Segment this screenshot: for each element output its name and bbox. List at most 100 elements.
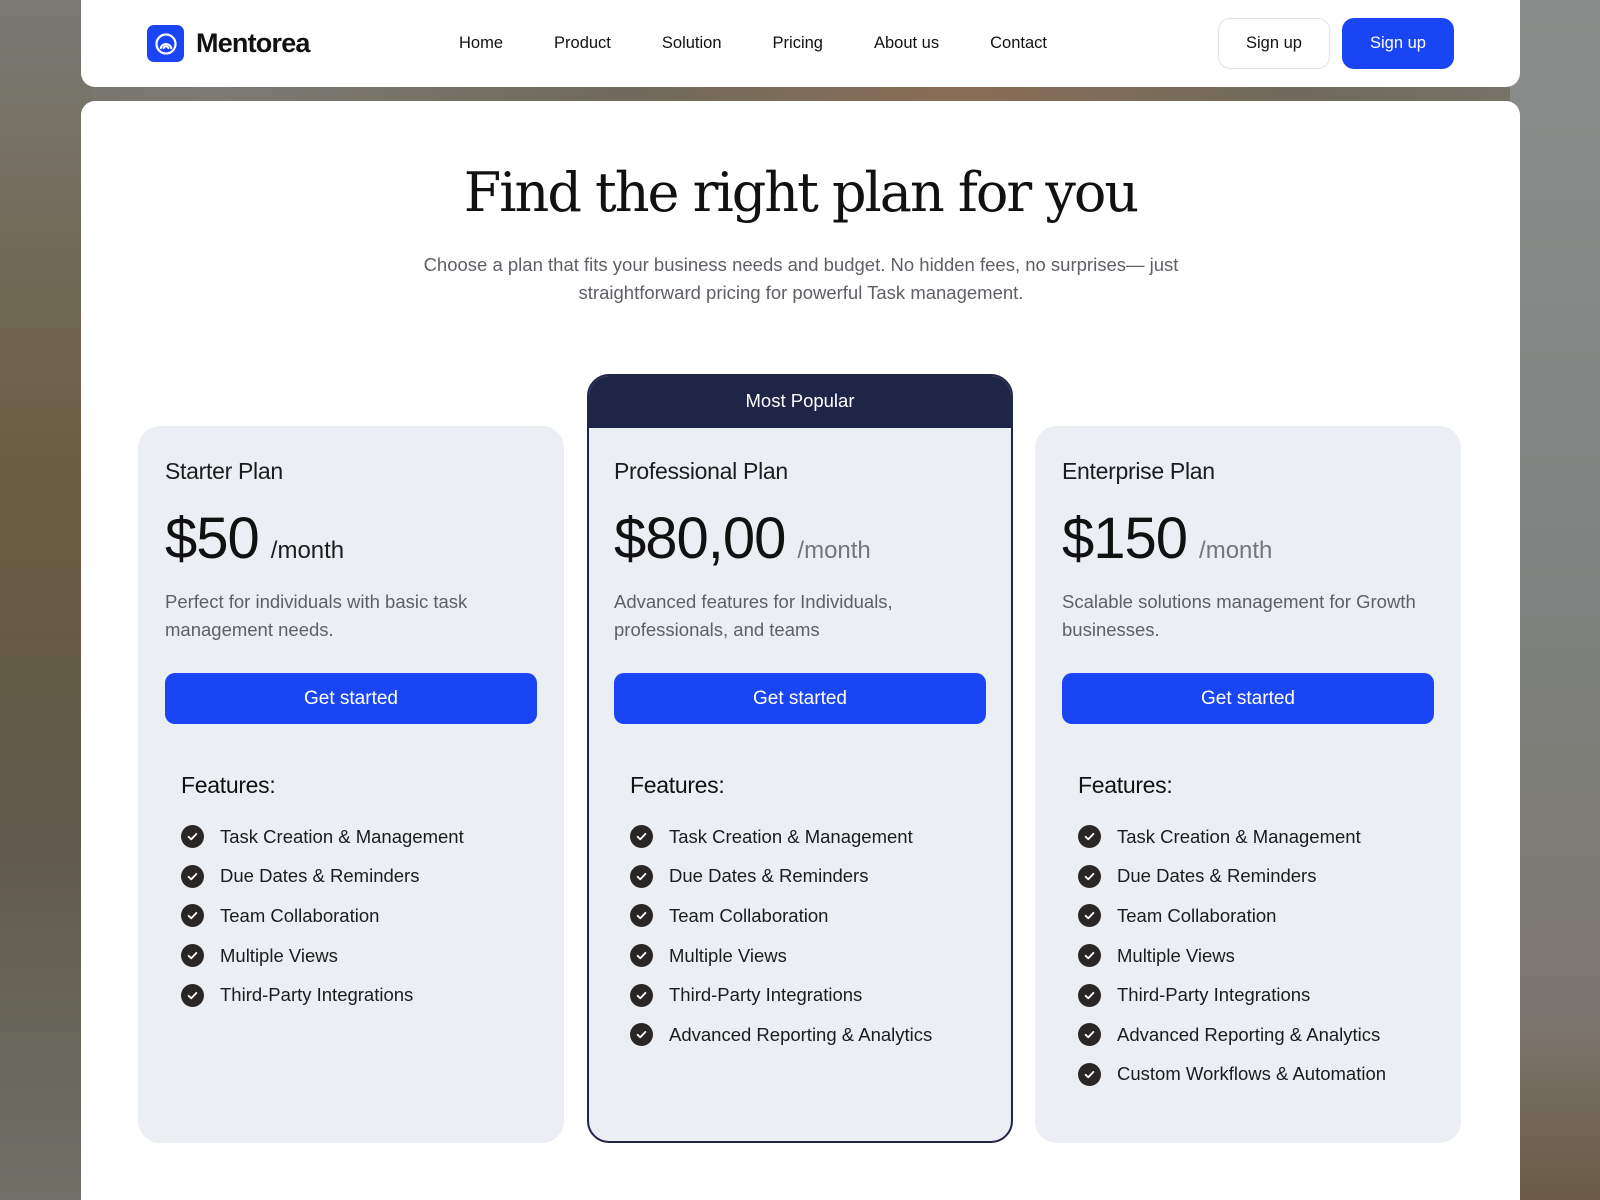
brand-name: Mentorea xyxy=(196,28,310,58)
plan-name: Enterprise Plan xyxy=(1062,458,1215,484)
feature-item: Team Collaboration xyxy=(181,896,537,936)
feature-label: Due Dates & Reminders xyxy=(220,865,420,887)
feature-label: Due Dates & Reminders xyxy=(1117,865,1317,887)
feature-list: Task Creation & Management Due Dates & Re… xyxy=(630,817,986,1055)
feature-label: Third-Party Integrations xyxy=(1117,984,1311,1006)
nav-about-us[interactable]: About us xyxy=(874,34,939,53)
check-circle-icon xyxy=(1078,825,1101,849)
plan-description: Scalable solutions management for Growth… xyxy=(1062,591,1416,640)
main-nav: Home Product Solution Pricing About us C… xyxy=(459,0,1098,87)
feature-list: Task Creation & Management Due Dates & Re… xyxy=(181,817,537,1015)
check-circle-icon xyxy=(630,1023,653,1047)
plan-period: /month xyxy=(270,537,345,564)
nav-home[interactable]: Home xyxy=(459,34,503,53)
check-circle-icon xyxy=(630,904,653,928)
get-started-button-starter[interactable]: Get started xyxy=(165,673,537,724)
page-subtitle: Choose a plan that fits your business ne… xyxy=(423,254,1179,303)
check-circle-icon xyxy=(181,983,204,1007)
top-navbar: Mentorea Home Product Solution Pricing A… xyxy=(81,0,1520,87)
features-title: Features: xyxy=(181,772,276,798)
feature-label: Advanced Reporting & Analytics xyxy=(669,1023,933,1045)
feature-label: Due Dates & Reminders xyxy=(669,865,869,887)
features-title: Features: xyxy=(630,772,725,798)
check-circle-icon xyxy=(630,944,653,968)
plan-description: Perfect for individuals with basic task … xyxy=(165,591,468,640)
feature-label: Task Creation & Management xyxy=(1117,825,1361,847)
feature-item: Multiple Views xyxy=(181,936,537,976)
signup-outline-button[interactable]: Sign up xyxy=(1218,18,1330,69)
feature-item: Due Dates & Reminders xyxy=(181,857,537,897)
feature-item: Multiple Views xyxy=(1078,936,1434,976)
feature-item: Team Collaboration xyxy=(1078,896,1434,936)
feature-item: Due Dates & Reminders xyxy=(1078,857,1434,897)
price-row: $80,00 /month xyxy=(614,505,986,572)
check-circle-icon xyxy=(181,904,204,928)
feature-label: Team Collaboration xyxy=(1117,904,1277,926)
background-left xyxy=(0,0,90,1200)
plan-period: /month xyxy=(1199,537,1273,564)
feature-item: Custom Workflows & Automation xyxy=(1078,1055,1434,1095)
feature-item: Task Creation & Management xyxy=(1078,817,1434,857)
plan-card-enterprise: Enterprise Plan $150 /month Scalable sol… xyxy=(1035,426,1461,1143)
feature-label: Advanced Reporting & Analytics xyxy=(1117,1023,1381,1045)
plan-price: $50 xyxy=(165,506,260,571)
plan-name: Professional Plan xyxy=(614,458,788,484)
plan-card-professional: Most Popular Professional Plan $80,00 /m… xyxy=(587,374,1013,1143)
feature-label: Team Collaboration xyxy=(669,904,829,926)
page-title: Find the right plan for you xyxy=(463,161,1139,224)
check-circle-icon xyxy=(630,983,653,1007)
most-popular-badge: Most Popular xyxy=(589,376,1011,428)
plan-card-starter: Starter Plan $50 /month Perfect for indi… xyxy=(138,426,564,1143)
background-right xyxy=(1510,0,1600,1200)
check-circle-icon xyxy=(181,825,204,849)
feature-label: Task Creation & Management xyxy=(669,825,913,847)
check-circle-icon xyxy=(1078,1023,1101,1047)
plan-period: /month xyxy=(797,537,871,564)
price-row: $50 /month xyxy=(165,505,537,572)
brand[interactable]: Mentorea xyxy=(147,25,310,62)
nav-product[interactable]: Product xyxy=(554,34,611,53)
check-circle-icon xyxy=(630,864,653,888)
nav-actions: Sign up Sign up xyxy=(1218,18,1454,69)
feature-item: Task Creation & Management xyxy=(630,817,986,857)
feature-label: Third-Party Integrations xyxy=(669,984,863,1006)
feature-item: Advanced Reporting & Analytics xyxy=(630,1015,986,1055)
feature-label: Task Creation & Management xyxy=(220,825,464,847)
check-circle-icon xyxy=(1078,944,1101,968)
features-title: Features: xyxy=(1078,772,1173,798)
nav-pricing[interactable]: Pricing xyxy=(773,34,823,53)
nav-solution[interactable]: Solution xyxy=(662,34,722,53)
feature-item: Due Dates & Reminders xyxy=(630,857,986,897)
check-circle-icon xyxy=(181,944,204,968)
plan-name: Starter Plan xyxy=(165,458,283,484)
check-circle-icon xyxy=(181,864,204,888)
pricing-panel: Find the right plan for you Choose a pla… xyxy=(81,101,1520,1200)
check-circle-icon xyxy=(1078,1062,1101,1086)
get-started-button-enterprise[interactable]: Get started xyxy=(1062,673,1434,724)
feature-label: Multiple Views xyxy=(1117,944,1235,966)
feature-list: Task Creation & Management Due Dates & Re… xyxy=(1078,817,1434,1094)
plan-description: Advanced features for Individuals, profe… xyxy=(614,591,893,640)
check-circle-icon xyxy=(630,825,653,849)
feature-label: Custom Workflows & Automation xyxy=(1117,1063,1387,1085)
feature-item: Advanced Reporting & Analytics xyxy=(1078,1015,1434,1055)
feature-item: Multiple Views xyxy=(630,936,986,976)
feature-label: Multiple Views xyxy=(220,944,338,966)
nav-contact[interactable]: Contact xyxy=(990,34,1047,53)
feature-label: Team Collaboration xyxy=(220,904,380,926)
signup-primary-button[interactable]: Sign up xyxy=(1342,18,1454,69)
feature-label: Third-Party Integrations xyxy=(220,984,414,1006)
check-circle-icon xyxy=(1078,904,1101,928)
check-circle-icon xyxy=(1078,864,1101,888)
feature-item: Team Collaboration xyxy=(630,896,986,936)
feature-item: Third-Party Integrations xyxy=(181,975,537,1015)
plan-price: $80,00 xyxy=(614,506,786,571)
price-row: $150 /month xyxy=(1062,505,1434,572)
get-started-button-professional[interactable]: Get started xyxy=(614,673,986,724)
feature-label: Multiple Views xyxy=(669,944,787,966)
check-circle-icon xyxy=(1078,983,1101,1007)
plan-price: $150 xyxy=(1062,506,1188,571)
feature-item: Task Creation & Management xyxy=(181,817,537,857)
feature-item: Third-Party Integrations xyxy=(1078,975,1434,1015)
feature-item: Third-Party Integrations xyxy=(630,975,986,1015)
